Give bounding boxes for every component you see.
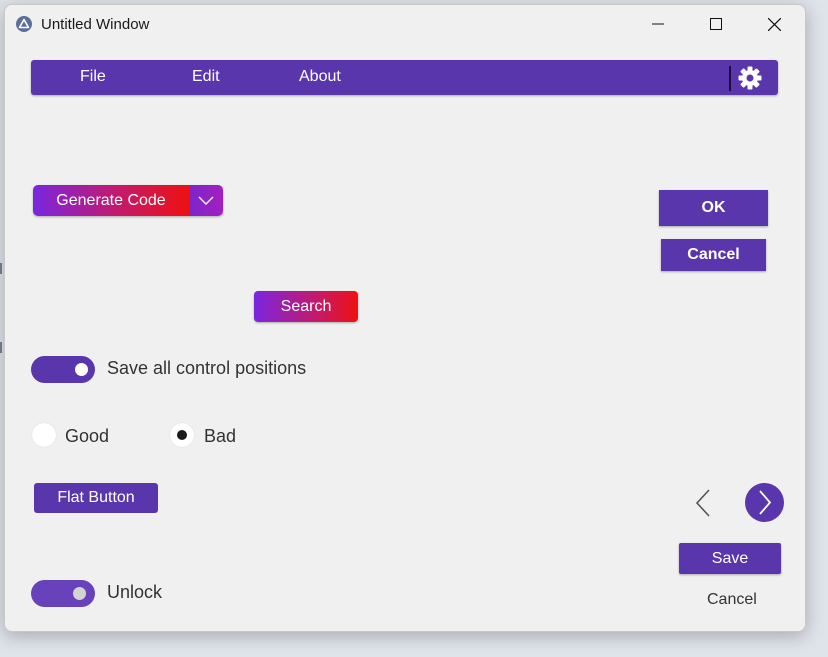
radio-bad-label: Bad bbox=[204, 426, 237, 446]
menu-file[interactable]: File bbox=[80, 68, 106, 86]
menu-separator bbox=[729, 66, 731, 91]
chevron-left-icon bbox=[695, 489, 710, 517]
radio-good-label: Good bbox=[65, 426, 110, 446]
menu-about[interactable]: About bbox=[299, 68, 341, 86]
menu-bar: File Edit About bbox=[31, 60, 778, 95]
unlock-label: Unlock bbox=[107, 582, 163, 602]
generate-code-dropdown[interactable] bbox=[189, 185, 223, 216]
gear-icon[interactable] bbox=[737, 65, 763, 91]
menu-edit[interactable]: Edit bbox=[192, 68, 220, 86]
generate-code-split-button: Generate Code bbox=[33, 185, 223, 216]
close-button[interactable] bbox=[745, 5, 803, 43]
search-button[interactable]: Search bbox=[254, 291, 358, 322]
toggle-knob bbox=[75, 363, 88, 376]
window-title: Untitled Window bbox=[41, 16, 150, 33]
cancel-button[interactable]: Cancel bbox=[661, 239, 766, 271]
app-window: Untitled Window File Edit About Generate… bbox=[4, 4, 806, 632]
maximize-icon bbox=[710, 18, 722, 30]
toggle-knob bbox=[73, 587, 86, 600]
radio-selected-dot bbox=[177, 430, 187, 440]
chevron-right-icon bbox=[759, 490, 772, 515]
chevron-down-icon bbox=[198, 196, 214, 205]
save-positions-label: Save all control positions bbox=[107, 358, 307, 378]
title-bar[interactable]: Untitled Window bbox=[5, 5, 805, 43]
app-logo-icon bbox=[16, 16, 32, 32]
save-positions-toggle[interactable] bbox=[31, 356, 95, 383]
ok-button[interactable]: OK bbox=[659, 190, 768, 226]
flat-button[interactable]: Flat Button bbox=[34, 483, 158, 513]
cancel-link[interactable]: Cancel bbox=[707, 591, 757, 609]
close-icon bbox=[767, 17, 781, 31]
background-edge-mark bbox=[0, 342, 2, 353]
save-button[interactable]: Save bbox=[679, 543, 781, 574]
minimize-icon bbox=[652, 23, 664, 25]
next-button[interactable] bbox=[745, 483, 784, 522]
radio-good[interactable] bbox=[32, 423, 56, 447]
generate-code-button[interactable]: Generate Code bbox=[33, 185, 189, 216]
previous-button[interactable] bbox=[689, 485, 719, 521]
unlock-toggle[interactable] bbox=[31, 580, 95, 607]
maximize-button[interactable] bbox=[687, 5, 745, 43]
radio-bad[interactable] bbox=[170, 423, 194, 447]
background-edge-mark bbox=[0, 263, 2, 274]
minimize-button[interactable] bbox=[629, 5, 687, 43]
